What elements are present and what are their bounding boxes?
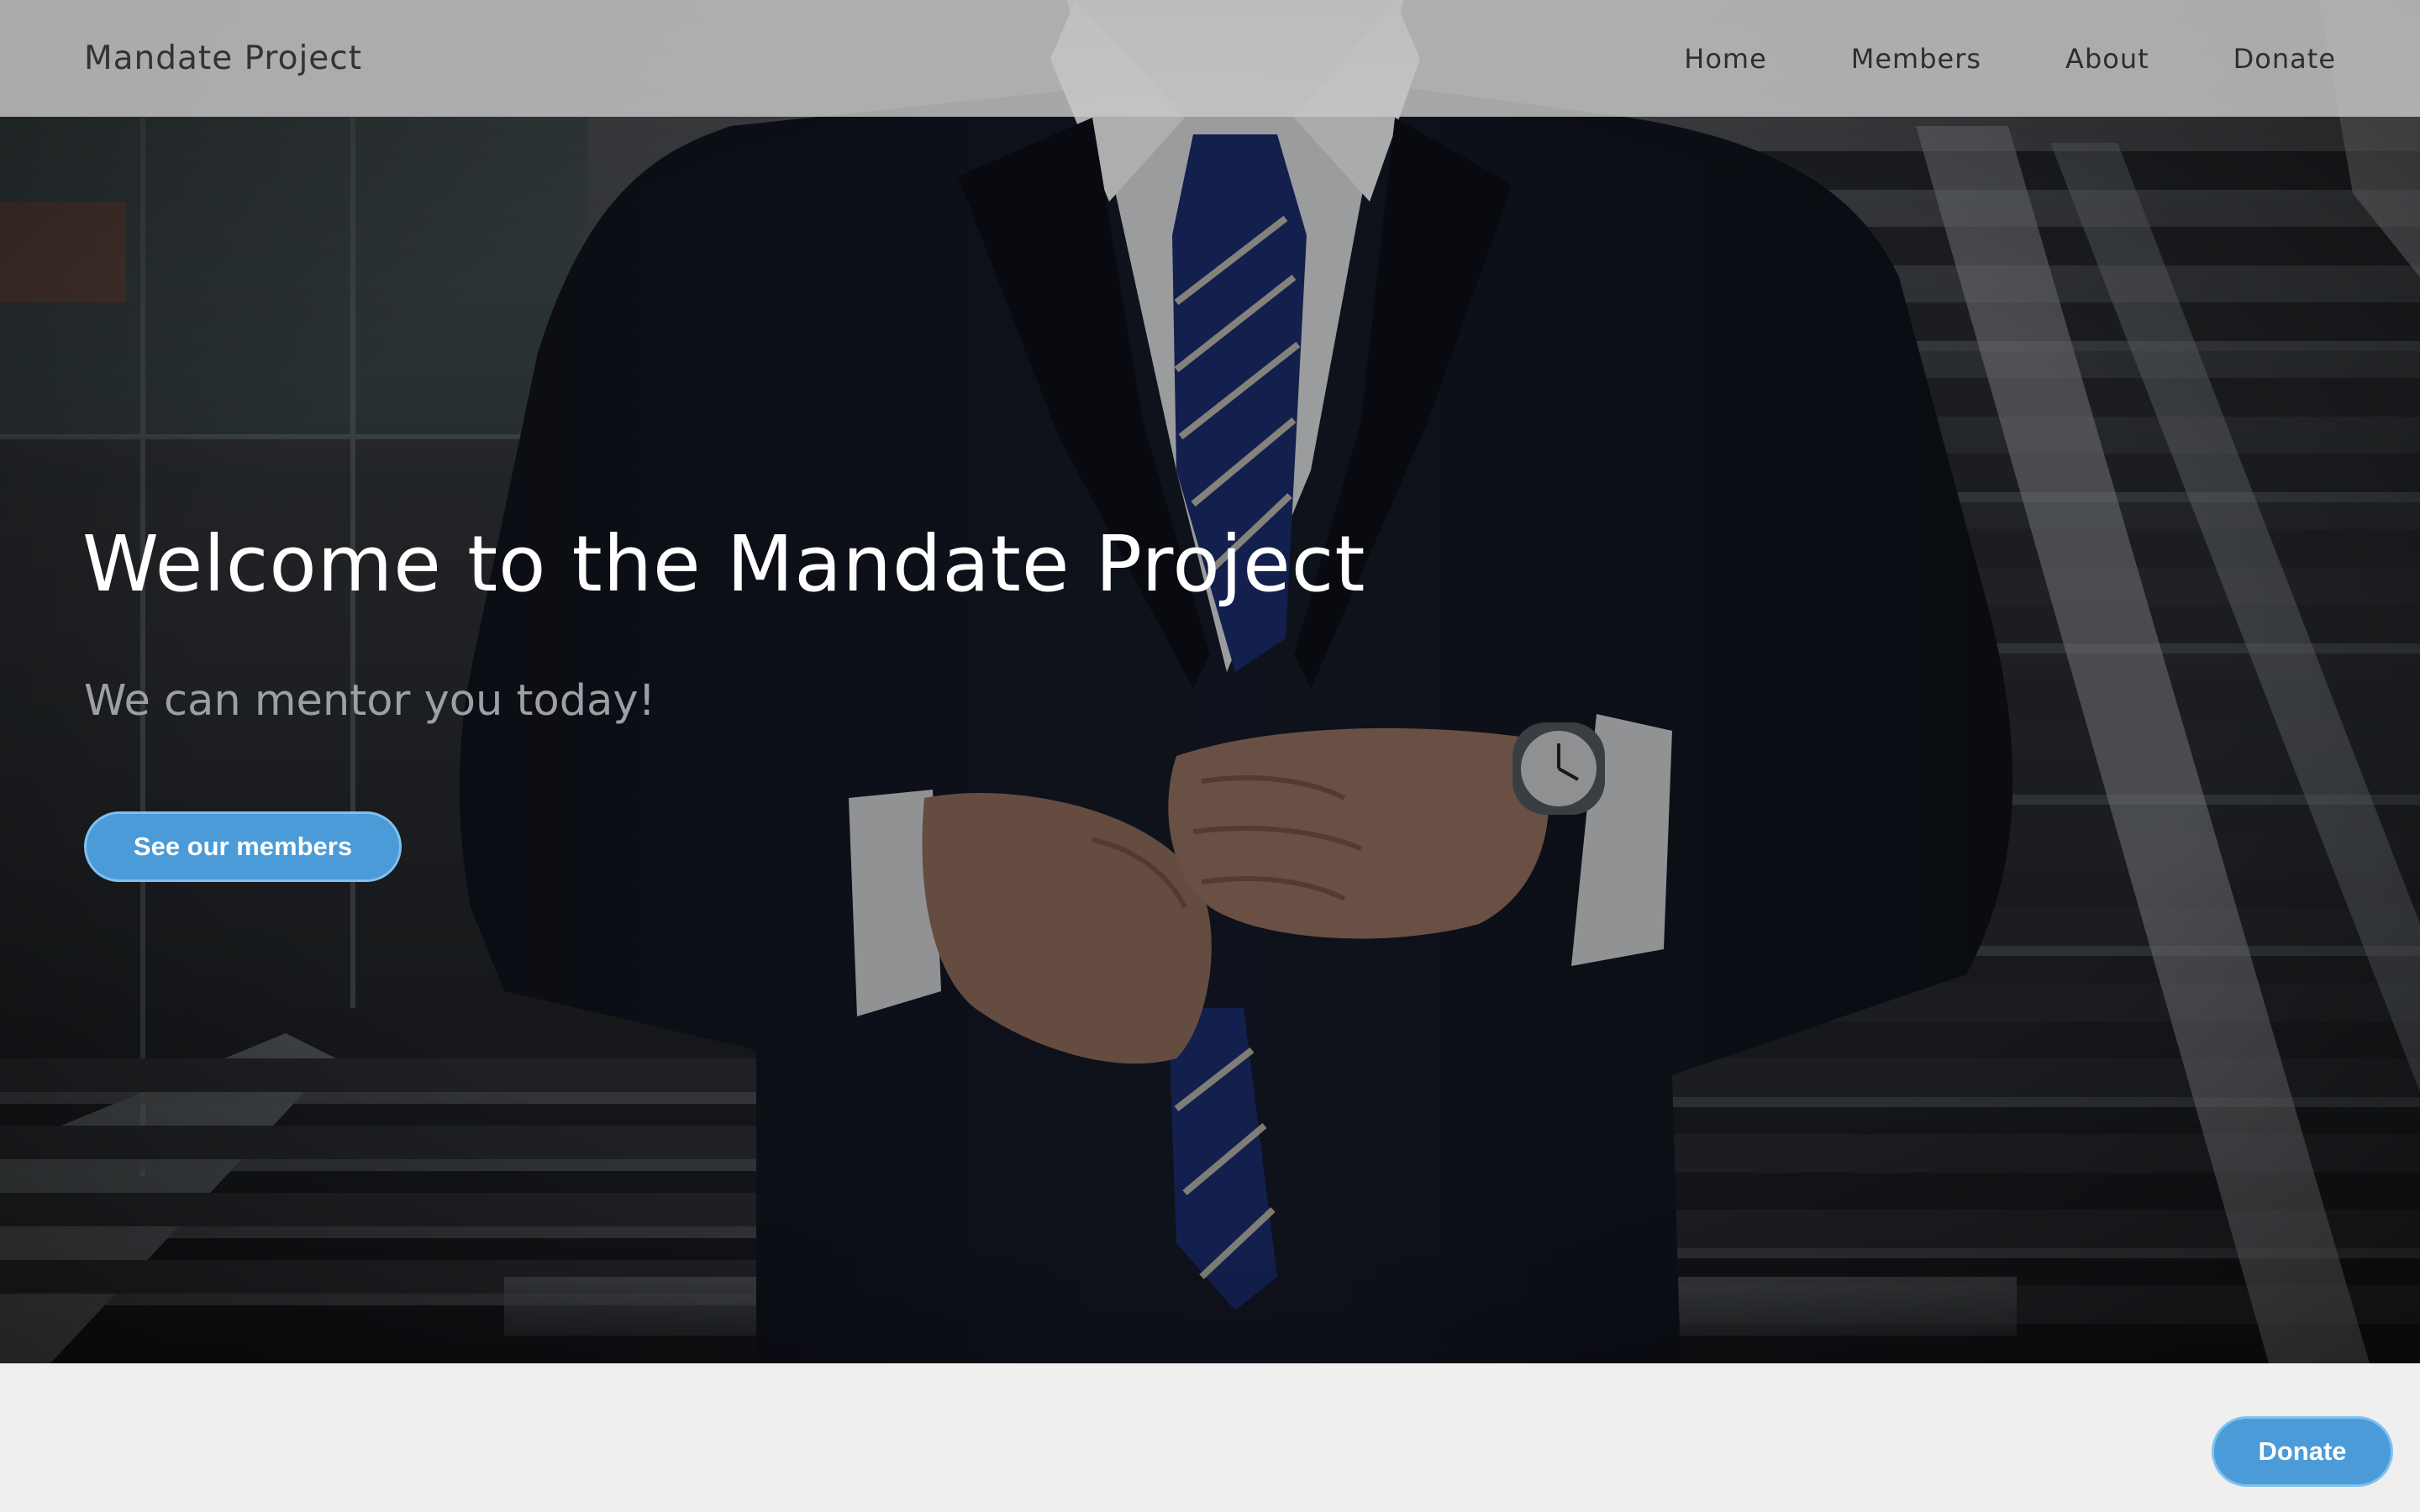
top-navbar: Mandate Project Home Members About Donat… [0, 0, 2420, 117]
floating-donate-button[interactable]: Donate [2212, 1416, 2393, 1487]
nav-link-members[interactable]: Members [1851, 40, 1981, 77]
brand-logo-text[interactable]: Mandate Project [84, 38, 362, 80]
nav-link-donate[interactable]: Donate [2233, 40, 2336, 77]
hero-section: Welcome to the Mandate Project We can me… [0, 0, 2420, 1363]
nav-link-about[interactable]: About [2065, 40, 2149, 77]
hero-subtitle: We can mentor you today! [84, 676, 655, 726]
page: Welcome to the Mandate Project We can me… [0, 0, 2420, 1512]
nav-links: Home Members About Donate [1684, 40, 2336, 77]
see-members-button[interactable]: See our members [84, 811, 402, 882]
hero-title: Welcome to the Mandate Project [82, 519, 1366, 609]
nav-link-home[interactable]: Home [1684, 40, 1767, 77]
